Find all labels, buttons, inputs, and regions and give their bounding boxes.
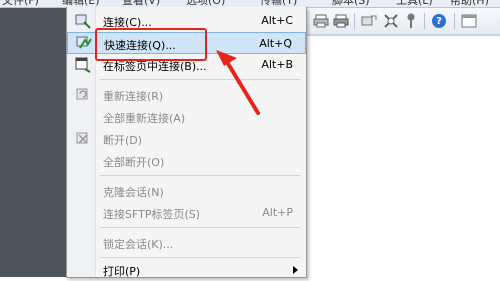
toolbar-separator xyxy=(354,13,355,29)
menu-item-disconnect[interactable]: 断开(D) xyxy=(67,128,306,150)
menu-tools[interactable]: 工具(L) xyxy=(396,0,433,7)
submenu-arrow-icon xyxy=(293,266,298,274)
menu-separator xyxy=(100,257,300,258)
menu-item-label: 全部重新连接(A) xyxy=(103,112,186,125)
menu-item-shortcut: Alt+C xyxy=(261,14,293,27)
connect-icon xyxy=(75,13,91,29)
toolbar-separator xyxy=(454,13,455,29)
menu-file[interactable]: 文件(F) xyxy=(2,0,39,7)
window-icon[interactable] xyxy=(460,12,478,30)
menu-item-reconnect[interactable]: 重新连接(R) xyxy=(67,84,306,106)
help-icon[interactable]: ? xyxy=(432,14,446,28)
menu-item-reconnect-all[interactable]: 全部重新连接(A) xyxy=(67,106,306,128)
menu-item-label: 全部断开(O) xyxy=(103,156,165,169)
menu-item-shortcut: Alt+B xyxy=(261,58,293,71)
menu-script[interactable]: 脚本(S) xyxy=(332,0,370,7)
menu-separator xyxy=(100,175,300,176)
menu-item-clone-session[interactable]: 克隆会话(N) xyxy=(67,180,306,202)
print-setup-icon[interactable] xyxy=(312,12,330,30)
menu-separator xyxy=(100,79,300,80)
menu-item-label: 锁定会话(K)... xyxy=(103,238,174,251)
menu-item-shortcut: Alt+P xyxy=(262,206,293,219)
reconnect-icon xyxy=(75,87,91,103)
keymap-icon[interactable] xyxy=(382,12,400,30)
menu-item-label: 重新连接(R) xyxy=(103,90,164,103)
menu-item-print[interactable]: 打印(P) xyxy=(67,259,306,281)
toolbar: ? xyxy=(300,8,500,35)
menu-item-label: 连接SFTP标签页(S) xyxy=(103,208,201,221)
menu-item-label: 断开(D) xyxy=(103,134,143,147)
connect-in-tab-icon xyxy=(75,57,91,73)
menu-item-shortcut: Alt+Q xyxy=(259,37,292,50)
sftp-icon[interactable] xyxy=(360,12,378,30)
annotation-highlight-box xyxy=(95,28,207,61)
menu-item-disconnect-all[interactable]: 全部断开(O) xyxy=(67,150,306,172)
menu-separator xyxy=(100,227,300,228)
quick-connect-icon xyxy=(76,36,92,52)
disconnect-icon xyxy=(75,131,91,147)
menu-help[interactable]: 帮助(H) xyxy=(450,0,489,7)
session-pane xyxy=(305,35,500,278)
menu-item-lock-session[interactable]: 锁定会话(K)... xyxy=(67,232,306,254)
left-panel-strip xyxy=(0,0,66,277)
menu-item-connect-sftp-tab[interactable]: 连接SFTP标签页(S) Alt+P xyxy=(67,202,306,224)
toolbar-separator xyxy=(424,13,425,29)
print-icon[interactable] xyxy=(332,12,350,30)
menu-item-label: 克隆会话(N) xyxy=(103,186,164,199)
key-agent-icon[interactable] xyxy=(402,12,420,30)
